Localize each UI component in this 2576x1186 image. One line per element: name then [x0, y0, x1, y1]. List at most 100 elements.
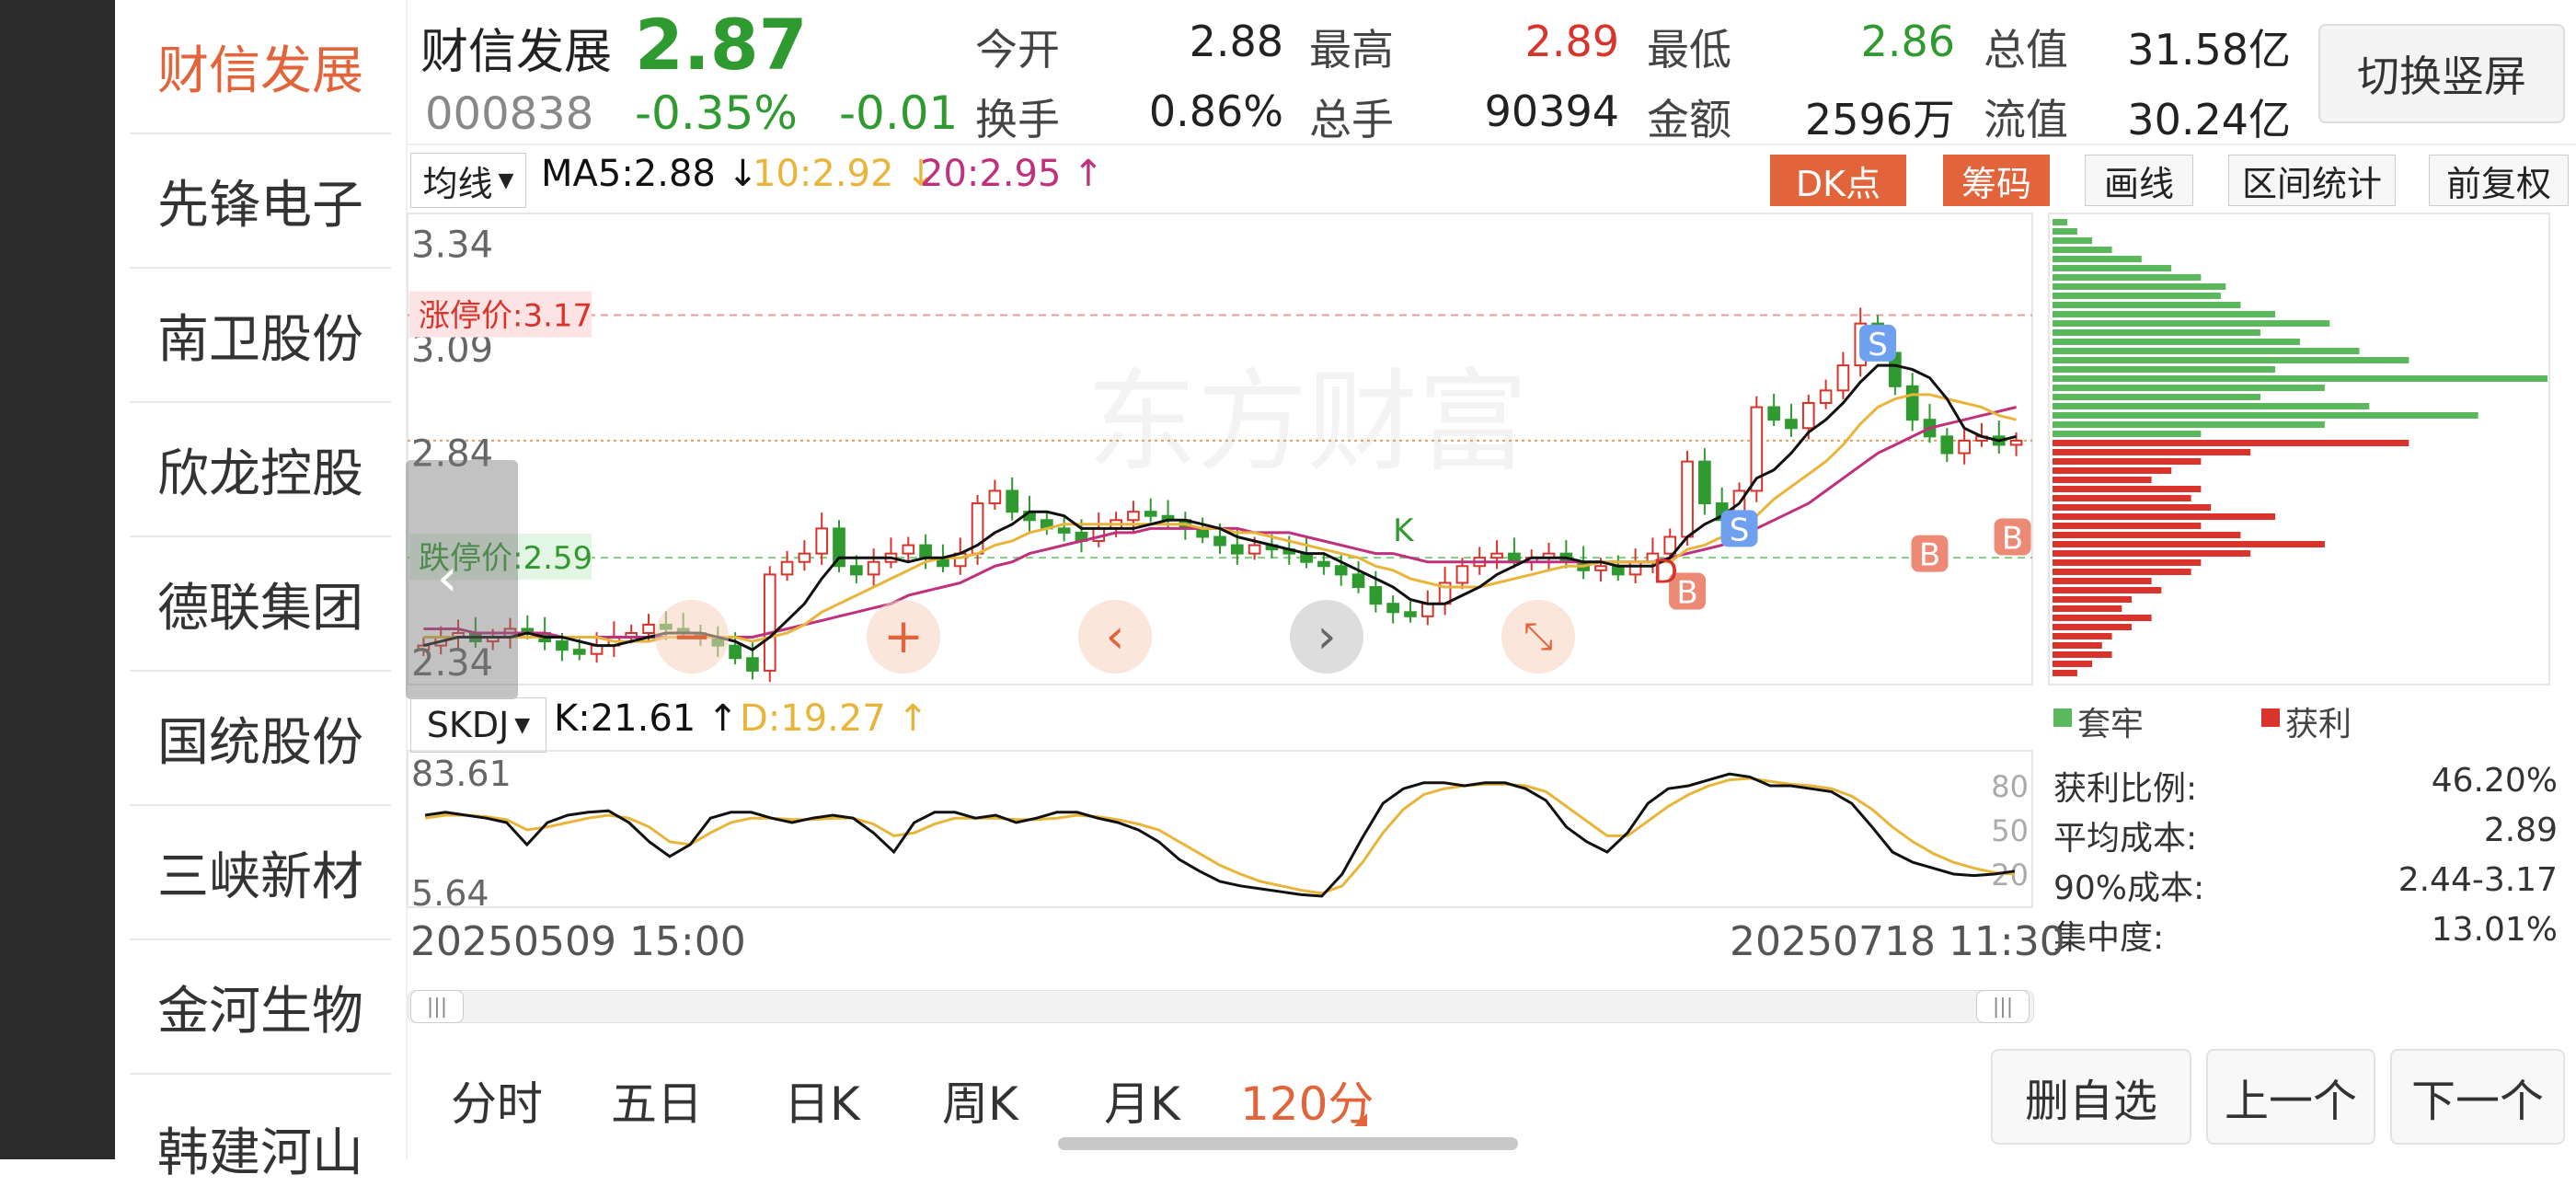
quote-label-high: 最高 — [1309, 25, 1394, 75]
chip-bar-profit — [2053, 661, 2093, 667]
candle-body — [1455, 565, 1469, 584]
scroll-handle-left[interactable]: ||| — [410, 990, 464, 1023]
scroll-left-overlay[interactable]: ‹ — [406, 460, 518, 699]
prev-period-button[interactable]: ‹ — [1078, 600, 1152, 674]
tab-weekly-k[interactable]: 周K — [942, 1067, 1018, 1134]
sell-signal-badge: S — [1730, 512, 1750, 548]
chip-bar-profit — [2053, 486, 2202, 492]
chip-bar-trap — [2053, 293, 2221, 299]
stock-code: 000838 — [425, 88, 594, 140]
k-signal-label: K — [1393, 512, 1415, 549]
zoom-out-button[interactable]: − — [655, 600, 729, 674]
candle-body — [642, 623, 655, 634]
tab-intraday[interactable]: 分时 — [451, 1067, 543, 1134]
chip-bar-profit — [2053, 633, 2112, 639]
buy-signal-badge: B — [1676, 575, 1697, 612]
grip-icon: ||| — [1992, 995, 2014, 1019]
chip-bar-trap — [2053, 237, 2093, 244]
home-indicator — [1058, 1137, 1518, 1150]
stock-name: 财信发展 — [420, 25, 613, 80]
tab-five-day[interactable]: 五日 — [611, 1067, 703, 1134]
candle-body — [1317, 560, 1330, 568]
range-stats-button[interactable]: 区间统计 — [2228, 155, 2396, 206]
chip-bar-profit — [2053, 587, 2162, 593]
chip-bar-trap — [2053, 256, 2142, 262]
grip-icon: ||| — [426, 995, 448, 1019]
ma20-text: 20:2.95 — [920, 153, 1062, 195]
chip-distribution — [2048, 213, 2550, 685]
sidebar-item-nanwei[interactable]: 南卫股份 — [130, 269, 391, 403]
plus-icon: + — [883, 609, 924, 664]
kd-layer: 83.615.64805020 — [411, 754, 2029, 911]
candle-body — [2009, 439, 2023, 446]
candle-body — [1836, 364, 1850, 392]
sidebar-item-delian[interactable]: 德联集团 — [130, 537, 391, 672]
candle-body — [1490, 552, 1503, 559]
sidebar-item-guotong[interactable]: 国统股份 — [130, 672, 391, 806]
arrow-up-icon: ↑ — [1061, 153, 1104, 195]
sell-signal-badge: S — [1868, 327, 1888, 363]
chip-bar-profit — [2053, 624, 2133, 630]
kd-level-label: 80 — [1991, 769, 2029, 804]
candle-body — [1351, 573, 1365, 589]
chip-button[interactable]: 筹码 — [1943, 155, 2050, 206]
forward-adjust-button[interactable]: 前复权 — [2429, 155, 2569, 206]
quote-value-open: 2.88 — [1189, 17, 1283, 66]
chip-bar-profit — [2053, 504, 2212, 511]
candle-body — [1386, 603, 1400, 614]
switch-portrait-button[interactable]: 切换竖屏 — [2318, 24, 2565, 123]
chip-bar-profit — [2053, 578, 2152, 584]
candle-body — [572, 649, 586, 655]
dk-point-button[interactable]: DK点 — [1770, 155, 1906, 206]
quote-value-volume: 90394 — [1484, 86, 1619, 136]
chip-bar-profit — [2053, 596, 2133, 603]
stock-list-sidebar: 财信发展 先锋电子 南卫股份 欣龙控股 德联集团 国统股份 三峡新材 金河生物 … — [115, 0, 406, 1183]
chevron-left-icon: ‹ — [1105, 609, 1125, 664]
sidebar-item-xianfeng[interactable]: 先锋电子 — [130, 134, 391, 269]
d-signal-label: D — [1652, 553, 1678, 591]
left-edge-bar — [0, 0, 115, 1159]
price-chart[interactable]: 东方财富 3.343.092.842.592.34涨停价:3.17跌停价:2.5… — [406, 212, 2576, 911]
quote-value-float-cap: 30.24亿 — [2127, 95, 2291, 144]
candle-body — [988, 489, 1002, 505]
sidebar-item-sanxia[interactable]: 三峡新材 — [130, 806, 391, 940]
remove-watchlist-button[interactable]: 删自选 — [1991, 1049, 2191, 1145]
chart-scroll-track[interactable] — [408, 990, 2034, 1023]
reset-zoom-button[interactable]: ⤡ — [1501, 600, 1575, 674]
candle-body — [1785, 419, 1798, 430]
chip-bar-trap — [2053, 302, 2241, 308]
zoom-in-button[interactable]: + — [867, 600, 940, 674]
skdj-d-line — [424, 777, 2016, 895]
tab-monthly-k[interactable]: 月K — [1104, 1067, 1180, 1134]
candle-body — [1681, 460, 1694, 538]
candle-body — [1057, 527, 1071, 534]
chip-bar-profit — [2053, 642, 2102, 649]
sidebar-item-hanjian[interactable]: 韩建河山 — [130, 1075, 391, 1183]
scroll-handle-right[interactable]: ||| — [1976, 990, 2030, 1023]
next-stock-button[interactable]: 下一个 — [2390, 1049, 2565, 1145]
sidebar-item-caixin[interactable]: 财信发展 — [130, 0, 391, 134]
chip-bar-profit — [2053, 559, 2202, 566]
candle-body — [556, 640, 569, 651]
tab-daily-k[interactable]: 日K — [784, 1067, 860, 1134]
candle-body — [1420, 603, 1434, 617]
draw-line-button[interactable]: 画线 — [2085, 155, 2193, 206]
candle-body — [1248, 544, 1261, 555]
prev-stock-button[interactable]: 上一个 — [2206, 1049, 2375, 1145]
chip-bar-trap — [2053, 394, 2260, 400]
candle-body — [1594, 565, 1607, 571]
sidebar-item-jinhe[interactable]: 金河生物 — [130, 940, 391, 1075]
candle-body — [1230, 544, 1244, 555]
quote-value-turnover: 0.86% — [1148, 86, 1283, 136]
sub-indicator-selector[interactable]: SKDJ ▼ — [410, 697, 546, 753]
chip-bar-trap — [2053, 274, 2202, 281]
chip-bar-trap — [2053, 375, 2547, 382]
candle-body — [1127, 511, 1140, 522]
candle-body — [1905, 385, 1919, 421]
ma-selector[interactable]: 均线 ▼ — [410, 153, 526, 208]
chevron-right-icon: › — [1317, 609, 1337, 664]
minus-icon: − — [672, 609, 712, 664]
sidebar-item-xinlong[interactable]: 欣龙控股 — [130, 403, 391, 537]
next-period-button[interactable]: › — [1290, 600, 1363, 674]
chevron-down-icon: ▼ — [498, 168, 514, 192]
